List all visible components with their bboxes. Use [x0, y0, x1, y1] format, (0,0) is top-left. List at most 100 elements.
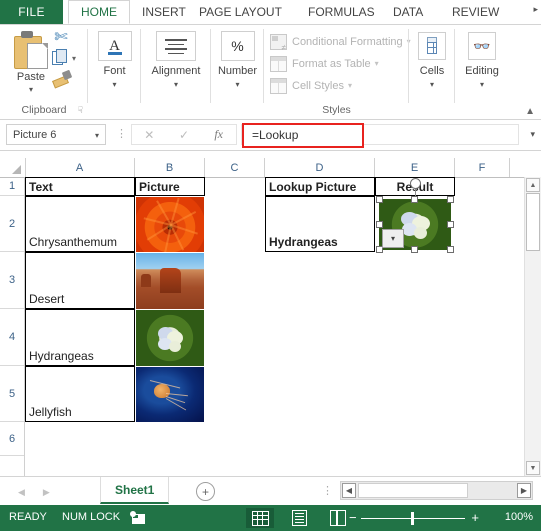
format-as-table-caret-icon[interactable]: ▾	[375, 59, 379, 68]
handle-ne[interactable]	[447, 196, 454, 203]
cell-A1[interactable]: Text	[25, 177, 135, 196]
handle-se[interactable]	[447, 246, 454, 253]
tab-overflow-icon[interactable]: ▸	[533, 4, 538, 15]
column-header-C[interactable]: C	[205, 158, 265, 177]
plus-icon[interactable]: +	[471, 511, 479, 524]
paste-caret-icon[interactable]: ▾	[8, 85, 54, 94]
handle-nw[interactable]	[376, 196, 383, 203]
selected-picture-E2[interactable]: ▾	[376, 178, 454, 253]
row-header-4[interactable]: 4	[0, 309, 24, 366]
cell-styles-button[interactable]: Cell Styles ▾	[270, 75, 352, 96]
nav-prev-icon[interactable]: ◀	[18, 487, 25, 498]
zoom-level[interactable]: 100%	[505, 511, 533, 523]
status-num-lock: NUM LOCK	[62, 511, 121, 523]
zoom-thumb[interactable]	[411, 512, 414, 525]
image-B2-chrysanthemum[interactable]	[136, 197, 204, 252]
font-caret-icon[interactable]: ▾	[88, 80, 141, 89]
alignment-caret-icon[interactable]: ▾	[141, 80, 211, 89]
column-header-F[interactable]: F	[455, 158, 510, 177]
fx-icon[interactable]: fx	[201, 127, 236, 142]
row-header-3[interactable]: 3	[0, 252, 24, 309]
ribbon-group-editing: 👓 Editing ▾	[455, 25, 509, 119]
handle-w[interactable]	[376, 220, 383, 228]
formula-expand-icon[interactable]: ▾	[530, 129, 535, 140]
zoom-slider[interactable]: − +	[349, 508, 479, 528]
vertical-scroll-thumb[interactable]	[526, 193, 540, 251]
cell-A3[interactable]: Desert	[25, 252, 135, 309]
conditional-formatting-button[interactable]: Conditional Formatting ▾	[270, 31, 411, 52]
cells-button[interactable]	[418, 32, 446, 60]
image-B3-desert[interactable]	[136, 253, 204, 309]
cells-group-label: Cells	[419, 65, 445, 77]
tab-insert[interactable]: INSERT	[133, 0, 195, 24]
page-layout-view-button[interactable]	[285, 508, 313, 528]
name-box[interactable]: Picture 6 ▾	[6, 124, 106, 145]
normal-view-button[interactable]	[246, 508, 274, 528]
copy-caret-icon[interactable]: ▾	[72, 54, 76, 63]
ribbon-group-styles: Conditional Formatting ▾ Format as Table…	[264, 25, 411, 119]
ribbon-collapse-icon[interactable]: ▲	[525, 106, 535, 117]
rotate-handle-icon[interactable]	[410, 178, 421, 189]
clipboard-dialog-launcher-icon[interactable]: ☟	[78, 105, 83, 116]
cell-A5[interactable]: Jellyfish	[25, 366, 135, 422]
formula-text: =Lookup	[252, 128, 299, 142]
name-box-caret-icon[interactable]: ▾	[95, 131, 99, 140]
font-button[interactable]: A	[97, 31, 132, 61]
sheet-tabs-more-icon[interactable]: ⋮	[322, 485, 333, 497]
cancel-x-icon[interactable]: ✕	[132, 128, 167, 142]
sheet-tab-sheet1[interactable]: Sheet1	[100, 477, 170, 504]
add-sheet-button[interactable]: +	[196, 482, 215, 501]
tab-formulas[interactable]: FORMULAS	[299, 0, 384, 24]
cell-A2[interactable]: Chrysanthemum	[25, 196, 135, 252]
handle-s[interactable]	[411, 246, 418, 253]
vertical-scrollbar[interactable]: ▲ ▼	[524, 177, 541, 476]
column-header-B[interactable]: B	[135, 158, 205, 177]
scroll-down-icon[interactable]: ▼	[526, 461, 540, 475]
tab-home[interactable]: HOME	[68, 0, 130, 24]
record-macro-icon[interactable]	[130, 511, 146, 525]
number-button[interactable]: %	[220, 31, 255, 61]
scroll-left-icon[interactable]: ◀	[342, 483, 356, 498]
column-header-A[interactable]: A	[25, 158, 135, 177]
select-all-corner[interactable]	[0, 158, 26, 177]
cell-B1[interactable]: Picture	[135, 177, 205, 196]
cell-D2[interactable]: Hydrangeas	[265, 196, 375, 252]
horizontal-scroll-thumb[interactable]	[358, 483, 468, 498]
horizontal-scrollbar[interactable]: ◀ ▶	[340, 481, 533, 500]
row-header-5[interactable]: 5	[0, 366, 24, 422]
row-header-2[interactable]: 2	[0, 196, 24, 252]
tab-page-layout[interactable]: PAGE LAYOUT	[190, 0, 291, 24]
row-header-1[interactable]: 1	[0, 177, 24, 196]
format-painter-icon[interactable]	[52, 69, 73, 89]
scroll-up-icon[interactable]: ▲	[526, 178, 540, 192]
alignment-button[interactable]	[156, 31, 196, 61]
formula-input[interactable]: =Lookup	[242, 123, 364, 148]
format-as-table-button[interactable]: Format as Table ▾	[270, 53, 379, 74]
check-icon[interactable]: ✓	[167, 128, 202, 142]
nav-next-icon[interactable]: ▶	[43, 487, 50, 498]
picture-dropdown-button[interactable]: ▾	[382, 229, 404, 248]
column-header-D[interactable]: D	[265, 158, 375, 177]
cell-D1[interactable]: Lookup Picture	[265, 177, 375, 196]
editing-caret-icon[interactable]: ▾	[455, 80, 509, 89]
handle-e[interactable]	[447, 220, 454, 228]
tab-data[interactable]: DATA	[384, 0, 432, 24]
cell-A4[interactable]: Hydrangeas	[25, 309, 135, 366]
cell-styles-caret-icon[interactable]: ▾	[348, 81, 352, 90]
tab-review[interactable]: REVIEW	[443, 0, 508, 24]
minus-icon[interactable]: −	[349, 511, 357, 524]
image-B4-hydrangeas[interactable]	[136, 310, 204, 366]
cut-icon[interactable]: ✄	[52, 29, 70, 47]
editing-button[interactable]: 👓	[468, 32, 496, 60]
cells-caret-icon[interactable]: ▾	[409, 80, 455, 89]
copy-icon[interactable]	[52, 49, 68, 65]
scroll-right-icon[interactable]: ▶	[517, 483, 531, 498]
page-break-view-button[interactable]	[324, 508, 352, 528]
tab-file[interactable]: FILE	[0, 0, 63, 24]
column-header-E[interactable]: E	[375, 158, 455, 177]
handle-n[interactable]	[411, 196, 418, 203]
row-header-6[interactable]: 6	[0, 422, 24, 456]
number-caret-icon[interactable]: ▾	[211, 80, 264, 89]
image-B5-jellyfish[interactable]	[136, 367, 204, 422]
paste-button[interactable]: Paste ▾	[8, 29, 54, 101]
